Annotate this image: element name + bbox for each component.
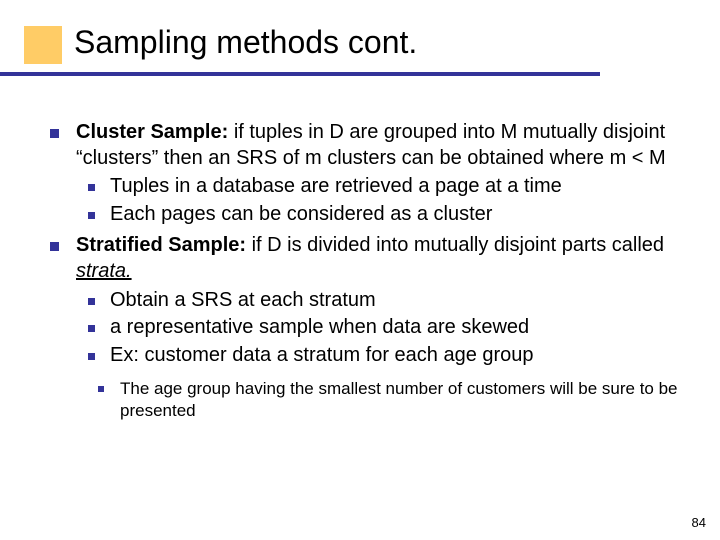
- slide-body: Cluster Sample: if tuples in D are group…: [46, 120, 684, 427]
- bullet-stratified-text-a: if D is divided into mutually disjoint p…: [246, 234, 664, 256]
- title-accent-box: [24, 26, 62, 64]
- bullet-cluster-label: Cluster Sample:: [76, 121, 228, 143]
- title-underline: [0, 72, 600, 76]
- page-number: 84: [692, 515, 706, 530]
- bullet-cluster-sub-a: Tuples in a database are retrieved a pag…: [76, 174, 684, 200]
- bullet-stratified-sub-c: Ex: customer data a stratum for each age…: [76, 343, 684, 369]
- bullet-stratified-strata: strata.: [76, 260, 132, 282]
- bullet-stratified-sub-b: a representative sample when data are sk…: [76, 315, 684, 341]
- bullet-stratified-sub-a: Obtain a SRS at each stratum: [76, 288, 684, 314]
- bullet-stratified-note: The age group having the smallest number…: [76, 378, 684, 421]
- bullet-cluster-sub-b: Each pages can be considered as a cluste…: [76, 202, 684, 228]
- bullet-cluster: Cluster Sample: if tuples in D are group…: [46, 120, 684, 227]
- bullet-stratified: Stratified Sample: if D is divided into …: [46, 233, 684, 420]
- slide-title: Sampling methods cont.: [74, 24, 417, 61]
- bullet-stratified-label: Stratified Sample:: [76, 234, 246, 256]
